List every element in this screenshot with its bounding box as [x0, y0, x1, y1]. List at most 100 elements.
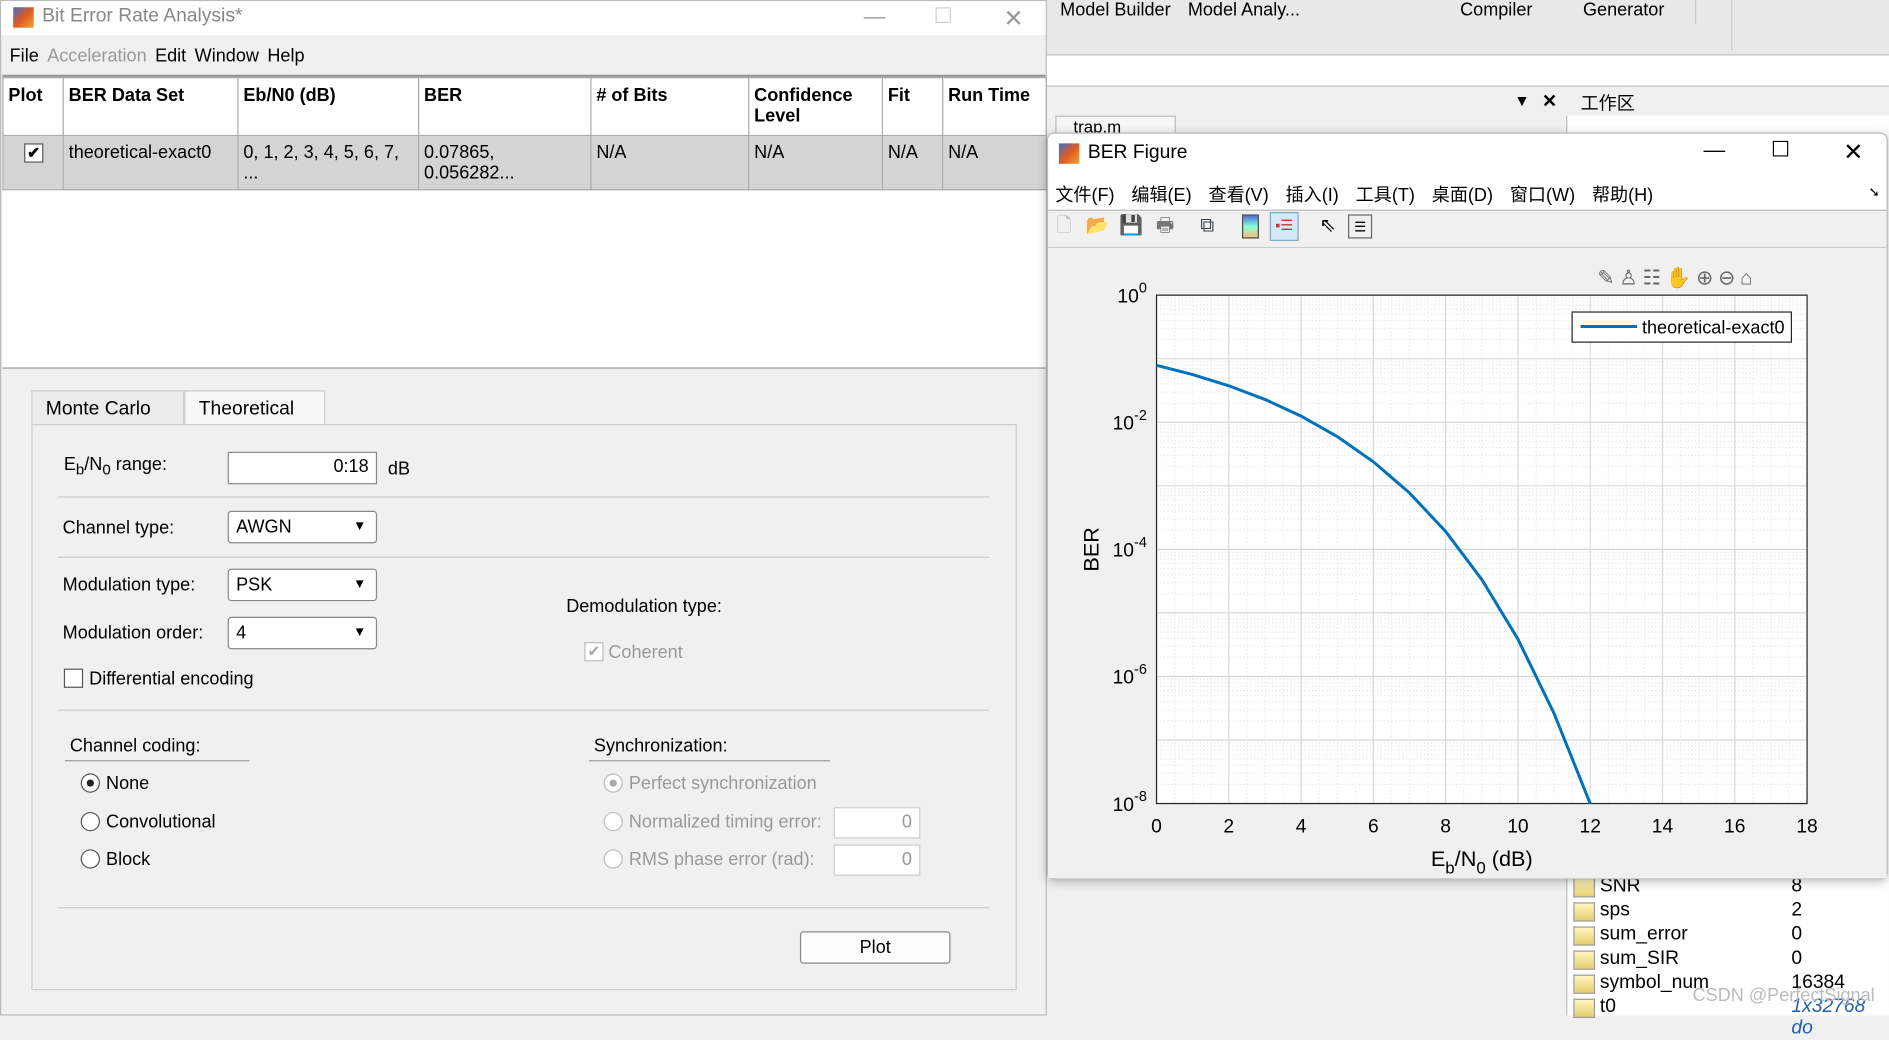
timing-error-input: 0 — [833, 807, 921, 839]
table-header-row: Plot BER Data Set Eb/N0 (dB) BER # of Bi… — [2, 77, 1047, 137]
timing-error-radio — [603, 811, 623, 832]
modulation-order-label: Modulation order: — [62, 622, 204, 644]
xl: /N — [1455, 846, 1477, 871]
cell: N/A — [942, 134, 1047, 191]
col-ebno[interactable]: Eb/N0 (dB) — [237, 77, 420, 137]
workspace-title: 工作区 — [1580, 93, 1635, 115]
ribbon-model-builder[interactable]: Model Builder — [1060, 0, 1170, 20]
matlab-logo-icon — [13, 7, 34, 28]
chevron-down-icon: ▼ — [353, 625, 367, 640]
x-tick-label: 16 — [1724, 816, 1745, 837]
figure-menu-item[interactable]: 工具(T) — [1356, 186, 1415, 206]
maximize-icon[interactable]: ☐ — [934, 4, 953, 29]
address-bar[interactable] — [1045, 54, 1889, 87]
save-icon[interactable]: 💾 — [1119, 214, 1143, 238]
chevron-down-icon: ▼ — [353, 519, 367, 534]
variable-icon — [1573, 998, 1596, 1018]
panel-menu-icon[interactable]: ▼ — [1514, 92, 1530, 110]
legend-label: theoretical-exact0 — [1642, 318, 1785, 338]
ribbon-model-analyzer[interactable]: Model Analy... — [1188, 0, 1300, 20]
minimize-icon[interactable]: — — [1703, 137, 1725, 162]
select-value: AWGN — [236, 516, 292, 538]
figure-menu-item[interactable]: 查看(V) — [1209, 186, 1269, 206]
open-folder-icon[interactable]: 📂 — [1085, 214, 1109, 238]
tab-theoretical[interactable]: Theoretical — [184, 390, 326, 426]
figure-menu-bar: 文件(F) 编辑(E) 查看(V) 插入(I) 工具(T) 桌面(D) 窗口(W) 帮助(H) — [1055, 182, 1670, 207]
figure-menu-item[interactable]: 插入(I) — [1286, 186, 1339, 206]
divider — [57, 709, 990, 711]
legend-icon[interactable]: ▪☰ — [1269, 212, 1299, 241]
legend: theoretical-exact0 — [1571, 311, 1792, 343]
table-row[interactable]: ✔ theoretical-exact0 0, 1, 2, 3, 4, 5, 6… — [2, 134, 1047, 191]
cell: N/A — [748, 134, 884, 191]
col-plot[interactable]: Plot — [2, 77, 64, 137]
minimize-icon[interactable]: — — [864, 4, 886, 29]
perfect-sync-label: Perfect synchronization — [628, 773, 817, 794]
pointer-icon[interactable]: ⇖ — [1316, 214, 1340, 238]
print-icon[interactable]: 🖶 — [1153, 214, 1177, 238]
tab-label: Monte Carlo — [45, 398, 151, 420]
ber-chart: 0 2 4 6 8 10 12 14 16 1810010-210-410-610-8BEREb/… — [1079, 281, 1818, 878]
xl: 0 — [1476, 858, 1485, 877]
menu-window[interactable]: Window — [195, 46, 259, 66]
differential-encoding-label: Differential encoding — [89, 668, 254, 690]
col-bits[interactable]: # of Bits — [590, 77, 750, 137]
ebno-unit: dB — [387, 458, 411, 480]
modulation-type-select[interactable]: PSK ▼ — [227, 568, 378, 602]
variable-name: sum_error — [1599, 924, 1688, 945]
coding-convolutional-radio[interactable] — [80, 811, 100, 832]
divider — [589, 760, 831, 762]
matlab-logo-icon — [1058, 143, 1080, 164]
xl: (dB) — [1486, 846, 1533, 871]
y-tick-label: 10-8 — [1113, 789, 1147, 816]
col-fit[interactable]: Fit — [881, 77, 944, 137]
menu-help[interactable]: Help — [267, 46, 304, 66]
x-tick-label: 12 — [1579, 816, 1600, 837]
theoretical-panel — [31, 424, 1017, 991]
channel-type-select[interactable]: AWGN ▼ — [227, 510, 378, 544]
maximize-icon[interactable]: ☐ — [1771, 137, 1790, 162]
xl: b — [1445, 858, 1454, 877]
menu-file[interactable]: File — [10, 46, 39, 66]
modulation-order-select[interactable]: 4 ▼ — [227, 616, 378, 650]
figure-menu-item[interactable]: 文件(F) — [1055, 186, 1114, 206]
menu-edit[interactable]: Edit — [155, 46, 186, 66]
figure-menu-item[interactable]: 帮助(H) — [1592, 186, 1653, 206]
coding-convolutional-label: Convolutional — [106, 811, 216, 833]
ebno-range-input[interactable]: 0:18 — [227, 451, 378, 485]
y-axis-label: BER — [1079, 527, 1104, 572]
figure-title: BER Figure — [1087, 142, 1188, 163]
col-ber[interactable]: BER — [418, 77, 592, 137]
coding-none-radio[interactable] — [80, 773, 100, 793]
new-file-icon[interactable]: 🗋 — [1052, 214, 1076, 238]
divider — [57, 556, 990, 558]
variable-value: 0 — [1791, 924, 1803, 945]
figure-menu-item[interactable]: 窗口(W) — [1510, 186, 1575, 206]
cell: N/A — [881, 134, 944, 191]
property-inspector-icon[interactable]: ☰ — [1348, 214, 1373, 239]
col-data-set[interactable]: BER Data Set — [62, 77, 239, 137]
figure-menu-item[interactable]: 桌面(D) — [1432, 186, 1493, 206]
tick-base: 10 — [1113, 795, 1134, 816]
link-icon[interactable]: ⧉ — [1195, 214, 1219, 238]
ribbon-compiler[interactable]: Compiler — [1460, 0, 1532, 20]
channel-coding-label: Channel coding: — [69, 736, 201, 757]
tab-monte-carlo[interactable]: Monte Carlo — [31, 390, 185, 426]
cell: theoretical-exact0 — [62, 134, 239, 191]
phase-error-label: RMS phase error (rad): — [628, 849, 815, 870]
plot-button[interactable]: Plot — [799, 931, 951, 964]
dock-arrow-icon[interactable]: ➘ — [1868, 184, 1879, 200]
ribbon-generator[interactable]: Generator — [1583, 0, 1664, 20]
figure-menu-item[interactable]: 编辑(E) — [1131, 186, 1191, 206]
coding-block-radio[interactable] — [80, 849, 100, 869]
plot-checkbox[interactable]: ✔ — [24, 143, 44, 163]
close-icon[interactable]: ✕ — [1843, 137, 1863, 167]
title-bar: Bit Error Rate Analysis* — ☐ ✕ — [1, 1, 1046, 35]
col-runtime[interactable]: Run Time — [942, 77, 1047, 137]
close-icon[interactable]: ✕ — [1004, 4, 1024, 34]
tick-exponent: -8 — [1134, 789, 1147, 805]
close-icon[interactable]: ✕ — [1542, 90, 1557, 112]
differential-encoding-checkbox[interactable] — [63, 668, 84, 688]
col-confidence[interactable]: Confidence Level — [748, 77, 884, 137]
colorbar-icon[interactable] — [1242, 214, 1259, 239]
